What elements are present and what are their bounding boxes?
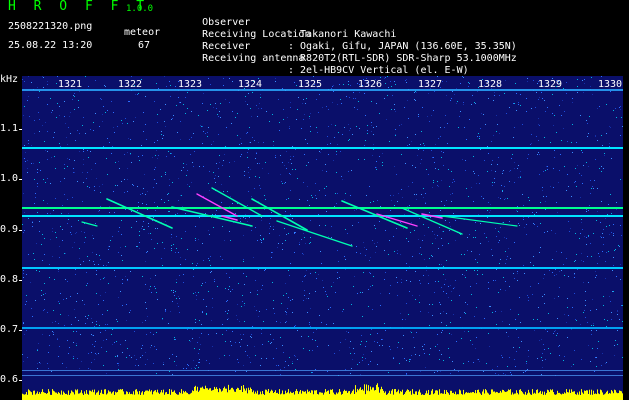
y-tick-label: 0.7: [0, 324, 19, 335]
carrier-line: [22, 147, 623, 149]
meteor-echo: [106, 198, 173, 229]
x-tick-label: 1330: [598, 79, 623, 90]
x-tick-label: 1321: [58, 79, 83, 90]
carrier-line: [22, 327, 623, 329]
y-axis-unit: kHz: [0, 74, 19, 85]
carrier-line: [22, 89, 623, 91]
meteor-echo: [441, 215, 518, 227]
app-version: 1.0.0: [126, 4, 154, 14]
x-tick-label: 1323: [178, 79, 203, 90]
signal-level-bars: [22, 383, 623, 400]
y-tick-label: 0.8: [0, 274, 19, 285]
y-tick-label: 0.6: [0, 374, 19, 385]
spectrogram-plot: [22, 76, 623, 400]
date-time: 25.08.22 13:20: [8, 40, 93, 51]
x-tick-label: 1328: [478, 79, 503, 90]
meteor-label: meteor: [124, 27, 161, 38]
header: H R O F F T 1.0.0 2508221320.png 25.08.2…: [0, 0, 629, 76]
x-tick-label: 1325: [298, 79, 323, 90]
y-tick-label: 1.1: [0, 123, 19, 134]
y-tick-label: 0.9: [0, 224, 19, 235]
noise-speckle: [22, 76, 623, 376]
meteor-echo: [196, 193, 238, 217]
x-tick-label: 1324: [238, 79, 263, 90]
info-value: : R820T2(RTL-SDR) SDR-Sharp 53.1000MHz: [288, 53, 517, 64]
spectrogram-waterfall: [22, 76, 623, 400]
carrier-line: [22, 215, 623, 217]
info-value: : Ogaki, Gifu, JAPAN (136.60E, 35.35N): [288, 41, 517, 52]
y-tick-label: 1.0: [0, 173, 19, 184]
meteor-echo: [341, 200, 408, 229]
carrier-line: [22, 375, 623, 376]
file-name: 2508221320.png: [8, 21, 93, 32]
x-tick-label: 1329: [538, 79, 563, 90]
meteor-echo: [211, 187, 263, 217]
x-tick-label: 1327: [418, 79, 443, 90]
meteor-echo: [401, 207, 463, 235]
carrier-line: [22, 267, 623, 269]
x-tick-label: 1326: [358, 79, 383, 90]
meteor-count: 67: [138, 40, 151, 51]
carrier-line: [22, 370, 623, 371]
carrier-line: [22, 207, 623, 209]
x-tick-label: 1322: [118, 79, 143, 90]
info-key: Receiving antenna: [202, 53, 305, 64]
